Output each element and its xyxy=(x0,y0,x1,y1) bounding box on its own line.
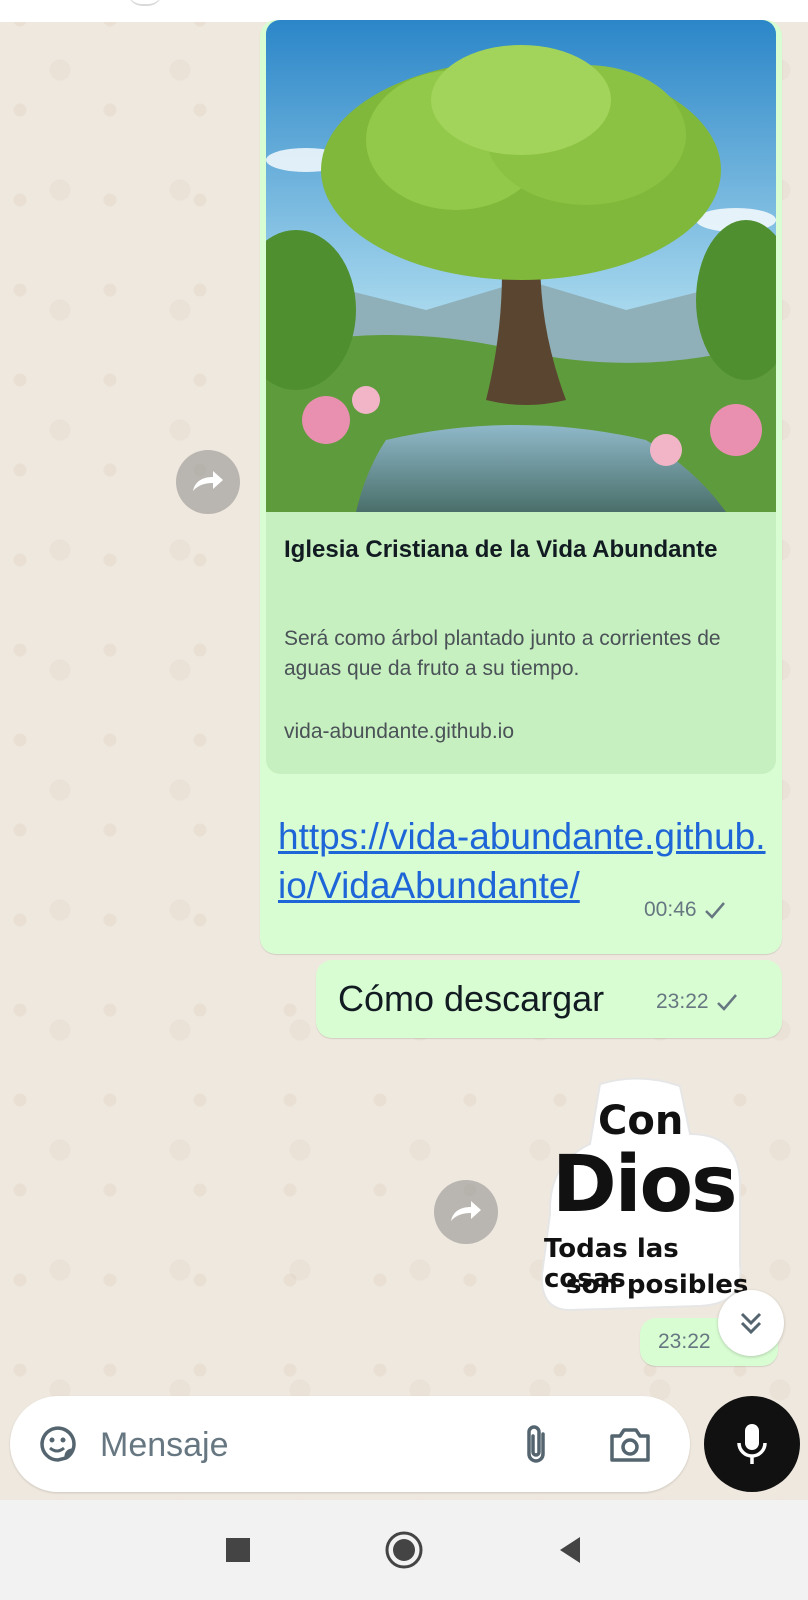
back-button[interactable] xyxy=(548,1528,592,1572)
message-meta: 23:22 xyxy=(658,1330,711,1354)
sticker-line-2: Dios xyxy=(552,1140,737,1230)
message-input[interactable] xyxy=(98,1414,502,1476)
tree-landscape-image xyxy=(266,20,776,512)
paperclip-icon xyxy=(527,1425,545,1463)
sticker[interactable]: Con Dios Todas las cosas son posibles xyxy=(540,1074,750,1314)
home-button[interactable] xyxy=(380,1526,428,1574)
circle-icon xyxy=(385,1531,423,1569)
text-message-bubble[interactable]: Cómo descargar 23:22 xyxy=(316,960,782,1038)
system-navigation-bar xyxy=(0,1500,808,1600)
triangle-back-icon xyxy=(560,1537,580,1563)
message-time: 23:22 xyxy=(656,990,709,1013)
sticker-button[interactable] xyxy=(30,1416,86,1472)
chevrons-down-icon xyxy=(740,1312,762,1335)
top-bar-shadow xyxy=(128,0,162,6)
chat-area[interactable]: Iglesia Cristiana de la Vida Abundante S… xyxy=(0,0,808,1500)
recents-button[interactable] xyxy=(216,1528,260,1572)
preview-title: Iglesia Cristiana de la Vida Abundante xyxy=(284,536,718,563)
message-composer[interactable] xyxy=(10,1396,690,1492)
attach-button[interactable] xyxy=(506,1414,566,1474)
message-time: 23:22 xyxy=(658,1330,711,1353)
preview-domain: vida-abundante.github.io xyxy=(284,720,515,743)
sticker-line-4: son posibles xyxy=(566,1270,749,1300)
single-check-icon xyxy=(716,994,737,1011)
forward-button[interactable] xyxy=(176,450,240,514)
sticker-line-1: Con xyxy=(598,1098,684,1144)
message-link[interactable]: https://vida-abundante.github.io/VidaAbu… xyxy=(278,812,768,910)
forward-icon xyxy=(193,471,223,491)
message-text: Cómo descargar xyxy=(338,978,605,1019)
square-icon xyxy=(226,1538,250,1562)
sticker-icon xyxy=(40,1426,76,1462)
message-meta: 23:22 xyxy=(656,990,739,1014)
message-meta: 00:46 xyxy=(644,898,727,922)
single-check-icon xyxy=(704,902,725,919)
forward-icon xyxy=(451,1201,481,1221)
link-preview-image[interactable] xyxy=(266,20,776,512)
top-bar-remnant xyxy=(0,0,808,22)
message-time: 00:46 xyxy=(644,898,697,921)
microphone-icon xyxy=(737,1424,767,1464)
camera-icon xyxy=(610,1428,650,1462)
link-preview-card[interactable]: Iglesia Cristiana de la Vida Abundante S… xyxy=(266,512,776,774)
preview-description: Será como árbol plantado junto a corrien… xyxy=(284,627,721,680)
camera-button[interactable] xyxy=(600,1414,660,1474)
forward-button[interactable] xyxy=(434,1180,498,1244)
link-message-bubble[interactable]: Iglesia Cristiana de la Vida Abundante S… xyxy=(260,20,782,954)
voice-message-button[interactable] xyxy=(704,1396,800,1492)
scroll-to-bottom-button[interactable] xyxy=(718,1290,784,1356)
